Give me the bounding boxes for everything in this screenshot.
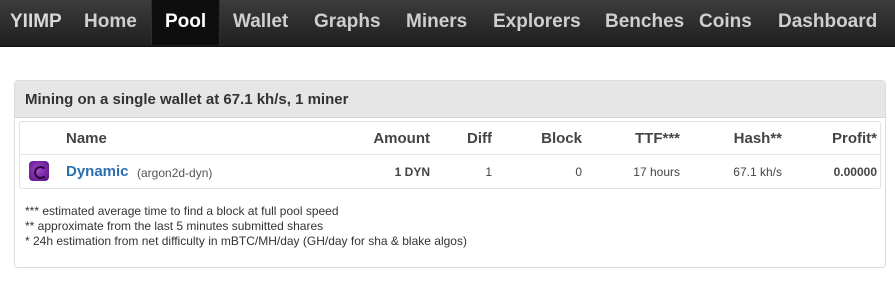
amount-cell: 1 DYN xyxy=(394,165,430,179)
brand-link[interactable]: YIIMP xyxy=(10,0,62,45)
col-name-header[interactable]: Name xyxy=(66,130,107,147)
col-profit-header[interactable]: Profit* xyxy=(798,130,877,147)
panel-header: Mining on a single wallet at 67.1 kh/s, … xyxy=(15,81,885,118)
nav-explorers[interactable]: Explorers xyxy=(493,0,581,45)
nav-coins[interactable]: Coins xyxy=(699,0,752,45)
diff-cell: 1 xyxy=(485,165,492,179)
wallet-mining-panel: Mining on a single wallet at 67.1 kh/s, … xyxy=(14,80,886,268)
nav-benches[interactable]: Benches xyxy=(605,0,684,45)
col-amount-header[interactable]: Amount xyxy=(350,130,430,147)
col-ttf-header[interactable]: TTF*** xyxy=(610,130,680,147)
nav-dashboard[interactable]: Dashboard xyxy=(778,0,877,45)
nav-graphs[interactable]: Graphs xyxy=(314,0,381,45)
col-block-header[interactable]: Block xyxy=(520,130,582,147)
ttf-cell: 17 hours xyxy=(633,165,680,179)
col-diff-header[interactable]: Diff xyxy=(440,130,492,147)
nav-miners[interactable]: Miners xyxy=(406,0,467,45)
footnotes: *** estimated average time to find a blo… xyxy=(25,204,467,249)
nav-home[interactable]: Home xyxy=(84,0,137,45)
panel-title: Mining on a single wallet at 67.1 kh/s, … xyxy=(25,91,349,108)
hash-cell: 67.1 kh/s xyxy=(733,165,782,179)
dynamic-coin-icon xyxy=(29,161,49,181)
coin-name-link[interactable]: Dynamic xyxy=(66,163,129,180)
top-navbar: YIIMP Home Pool Wallet Graphs Miners Exp… xyxy=(0,0,895,47)
block-cell: 0 xyxy=(575,165,582,179)
footnote-profit: * 24h estimation from net difficulty in … xyxy=(25,234,467,248)
footnote-hash: ** approximate from the last 5 minutes s… xyxy=(25,219,324,233)
nav-pool[interactable]: Pool xyxy=(151,0,221,45)
nav-wallet[interactable]: Wallet xyxy=(233,0,288,45)
coin-algo: (argon2d-dyn) xyxy=(137,166,213,180)
footnote-ttf: *** estimated average time to find a blo… xyxy=(25,204,339,218)
mining-table: Name Amount Diff Block TTF*** Hash** Pro… xyxy=(19,121,881,189)
profit-cell: 0.00000 xyxy=(833,165,877,179)
header-divider xyxy=(20,154,880,155)
col-hash-header[interactable]: Hash** xyxy=(700,130,782,147)
